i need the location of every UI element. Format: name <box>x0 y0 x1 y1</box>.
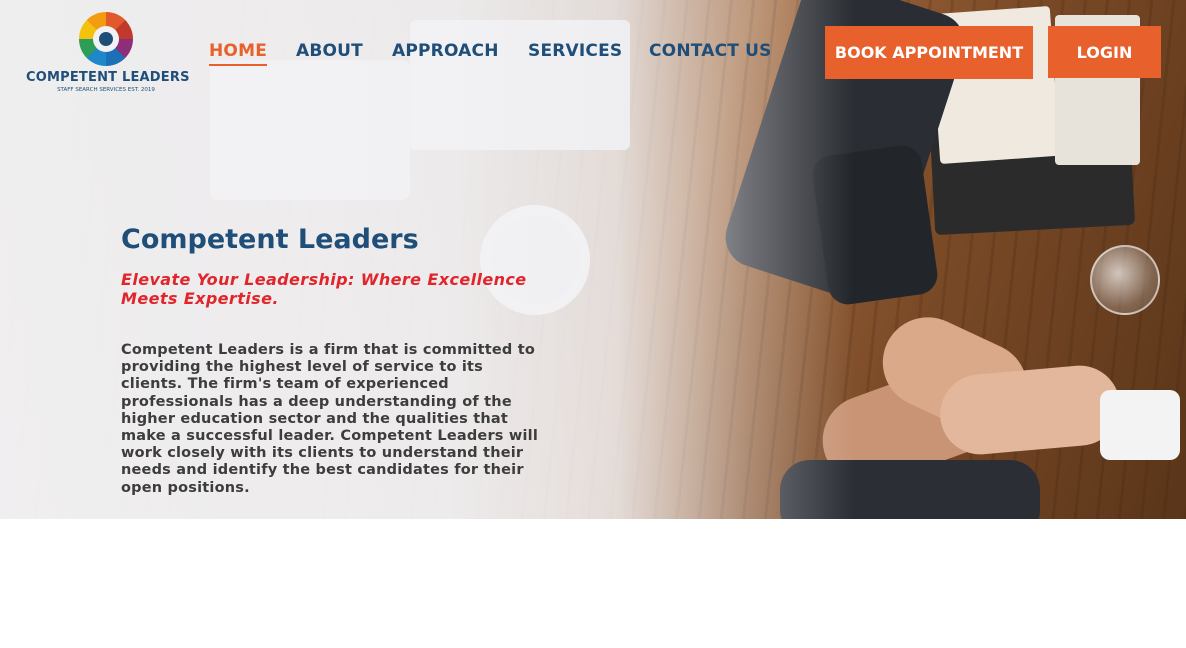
hero-title: Competent Leaders <box>121 224 419 255</box>
nav-contact-us[interactable]: CONTACT US <box>649 41 772 61</box>
nav-home[interactable]: HOME <box>209 41 268 66</box>
hero-tagline: Elevate Your Leadership: Where Excellenc… <box>121 270 527 308</box>
logo-name: COMPETENT LEADERS <box>26 70 190 85</box>
nav-services[interactable]: SERVICES <box>528 41 622 61</box>
logo-tagline: STAFF SEARCH SERVICES EST. 2019 <box>57 87 155 93</box>
login-button[interactable]: LOGIN <box>1048 26 1161 78</box>
logo-center-dot <box>99 32 113 46</box>
site-logo[interactable]: COMPETENT LEADERS STAFF SEARCH SERVICES … <box>26 12 190 96</box>
book-appointment-button[interactable]: BOOK APPOINTMENT <box>825 26 1033 79</box>
hero-description: Competent Leaders is a firm that is comm… <box>121 342 538 496</box>
nav-about[interactable]: ABOUT <box>296 41 363 61</box>
nav-approach[interactable]: APPROACH <box>392 41 499 61</box>
hero-section: COMPETENT LEADERS STAFF SEARCH SERVICES … <box>0 0 1186 519</box>
